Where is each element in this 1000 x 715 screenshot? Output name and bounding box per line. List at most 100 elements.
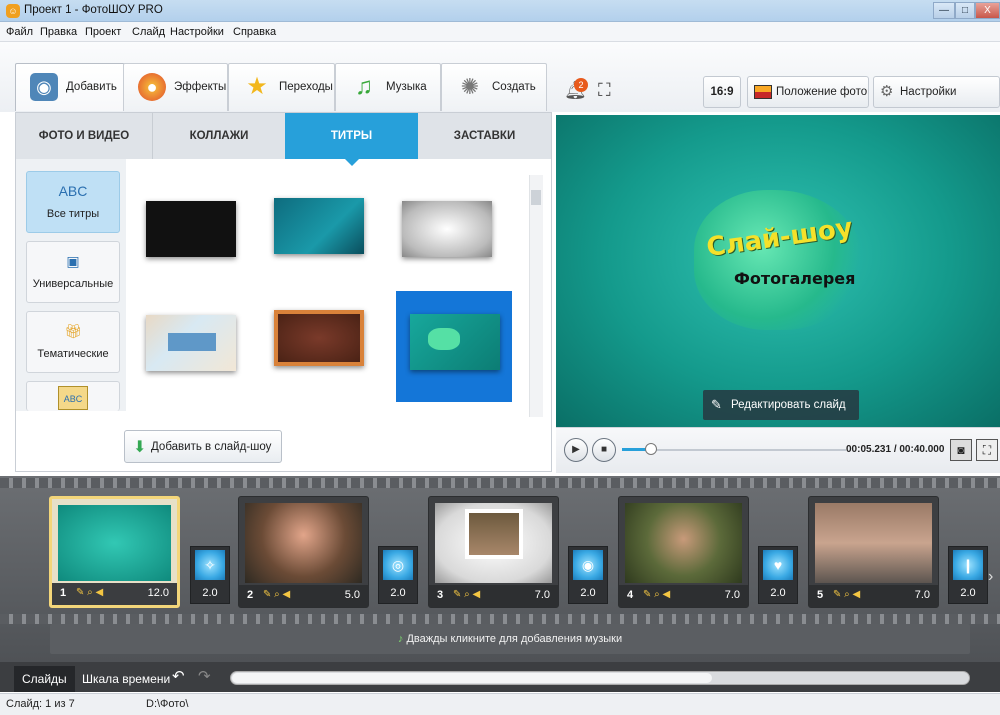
- photo-position-icon: [754, 85, 772, 99]
- title-thumb-5[interactable]: [274, 310, 364, 366]
- category-thematic[interactable]: 🎁︎ Тематические: [26, 311, 120, 373]
- seek-handle[interactable]: [645, 443, 658, 455]
- tab-photo-video[interactable]: ФОТО И ВИДЕО: [16, 113, 152, 159]
- maximize-button[interactable]: □: [955, 2, 975, 19]
- add-to-slideshow-label: Добавить в слайд-шоу: [151, 441, 272, 453]
- menu-slide[interactable]: Слайд: [132, 26, 165, 38]
- transition-icon: ✧: [195, 550, 225, 580]
- slide-tools-icons[interactable]: ✎ ⌕ ◀: [833, 589, 860, 600]
- slide-1-image: [58, 505, 171, 581]
- pencil-icon: ✎: [711, 397, 722, 412]
- slide-1-bar: 1 ✎ ⌕ ◀ 12.0: [52, 583, 177, 605]
- slide-counter: Слайд: 1 из 7: [6, 698, 75, 710]
- tab-timeline[interactable]: Шкала времени: [74, 666, 178, 692]
- slide-number: 2: [247, 589, 254, 601]
- slide-5[interactable]: 5 ✎ ⌕ ◀ 7.0: [808, 496, 939, 608]
- chevron-right-icon[interactable]: ›: [988, 568, 993, 586]
- thumbnails-scroll-thumb[interactable]: [531, 190, 541, 205]
- transition-2[interactable]: ◎ 2.0: [378, 546, 418, 604]
- slide-duration: 5.0: [344, 589, 360, 601]
- title-thumb-4-banner: [168, 333, 216, 351]
- transition-duration: 2.0: [580, 587, 596, 599]
- tab-add[interactable]: ◉ Добавить: [15, 63, 125, 111]
- status-bar: Слайд: 1 из 7 D:\Фото\: [0, 693, 1000, 715]
- slide-duration: 7.0: [914, 589, 930, 601]
- transition-duration: 2.0: [770, 587, 786, 599]
- tab-intros[interactable]: ЗАСТАВКИ: [418, 113, 551, 159]
- photo-position-label: Положение фото: [776, 86, 868, 98]
- menu-file[interactable]: Файл: [6, 26, 33, 38]
- add-to-slideshow-button[interactable]: ⬇ Добавить в слайд-шоу: [124, 430, 282, 463]
- title-thumb-6-blob: [428, 328, 460, 350]
- category-all-titles[interactable]: ABC Все титры: [26, 171, 120, 233]
- aspect-ratio-button[interactable]: 16:9: [703, 76, 741, 108]
- slide-tools-icons[interactable]: ✎ ⌕ ◀: [263, 589, 290, 600]
- tab-slides[interactable]: Слайды: [14, 666, 75, 692]
- thumbnails-scrollbar[interactable]: [529, 175, 543, 417]
- timeline-scroll-thumb[interactable]: [232, 673, 712, 683]
- category-universal[interactable]: ▣ Универсальные: [26, 241, 120, 303]
- music-note-icon: ♫: [355, 73, 373, 100]
- tab-titles[interactable]: ТИТРЫ: [285, 113, 418, 166]
- tab-transitions[interactable]: ★ Переходы: [228, 63, 335, 111]
- project-settings-button[interactable]: ⚙ Настройки проекта: [873, 76, 1000, 128]
- slide-2[interactable]: 2 ✎ ⌕ ◀ 5.0: [238, 496, 369, 608]
- snapshot-camera-icon[interactable]: ◙: [950, 439, 972, 461]
- transition-3[interactable]: ◉ 2.0: [568, 546, 608, 604]
- title-thumb-2[interactable]: [274, 198, 364, 254]
- category-more[interactable]: ABC: [26, 381, 120, 411]
- window-title: Проект 1 - ФотоШОУ PRO: [24, 4, 163, 16]
- slide-duration: 7.0: [724, 589, 740, 601]
- transition-duration: 2.0: [202, 587, 218, 599]
- palette-icon: ●: [138, 73, 166, 101]
- tab-collages[interactable]: КОЛЛАЖИ: [152, 113, 285, 159]
- menu-edit[interactable]: Правка: [40, 26, 77, 38]
- title-thumb-6[interactable]: [410, 314, 500, 370]
- slide-5-image: [815, 503, 932, 583]
- tab-effects[interactable]: ● Эффекты: [123, 63, 228, 111]
- title-thumb-4[interactable]: [146, 315, 236, 371]
- tab-music[interactable]: ♫ Музыка: [335, 63, 441, 111]
- close-button[interactable]: X: [975, 2, 1000, 19]
- transition-icon: ◎: [383, 550, 413, 580]
- slide-3-photo: [465, 509, 523, 559]
- tab-create[interactable]: ✺ Создать: [441, 63, 547, 111]
- fullscreen-icon[interactable]: ⛶: [976, 439, 998, 461]
- title-thumb-1[interactable]: [146, 201, 236, 257]
- slide-tools-icons[interactable]: ✎ ⌕ ◀: [643, 589, 670, 600]
- minimize-button[interactable]: —: [933, 2, 955, 19]
- slide-5-bar: 5 ✎ ⌕ ◀ 7.0: [809, 585, 938, 607]
- stop-icon[interactable]: ■: [592, 438, 616, 462]
- music-drop-zone[interactable]: ♪ Дважды кликните для добавления музыки: [50, 624, 970, 654]
- photo-position-button[interactable]: Положение фото: [747, 76, 869, 108]
- slide-number: 5: [817, 589, 824, 601]
- slide-tools-icons[interactable]: ✎ ⌕ ◀: [453, 589, 480, 600]
- slide-tools-icons[interactable]: ✎ ⌕ ◀: [76, 587, 103, 598]
- title-thumb-3[interactable]: [402, 201, 492, 257]
- slide-1[interactable]: 1 ✎ ⌕ ◀ 12.0: [49, 496, 180, 608]
- slide-4-image: [625, 503, 742, 583]
- slide-3[interactable]: 3 ✎ ⌕ ◀ 7.0: [428, 496, 559, 608]
- play-icon[interactable]: ▶: [564, 438, 588, 462]
- edit-slide-button[interactable]: ✎ Редактировать слайд: [703, 390, 859, 420]
- menu-project[interactable]: Проект: [85, 26, 121, 38]
- slide-2-bar: 2 ✎ ⌕ ◀ 5.0: [239, 585, 368, 607]
- preview-subtitle: Фотогалерея: [734, 269, 856, 288]
- edit-slide-label: Редактировать слайд: [731, 399, 846, 411]
- redo-icon[interactable]: ↷: [198, 667, 211, 685]
- film-holes-bottom: [0, 614, 1000, 624]
- image-export-icon[interactable]: ⛶: [598, 80, 622, 104]
- time-readout: 00:05.231 / 00:40.000: [846, 444, 945, 455]
- slide-4[interactable]: 4 ✎ ⌕ ◀ 7.0: [618, 496, 749, 608]
- transition-5[interactable]: ❙ 2.0: [948, 546, 988, 604]
- player-controls: ▶ ■ 00:05.231 / 00:40.000 ◙ ⛶: [556, 427, 1000, 473]
- menu-help[interactable]: Справка: [233, 26, 276, 38]
- transition-duration: 2.0: [390, 587, 406, 599]
- film-holes-top: [0, 478, 1000, 488]
- monitor-icon: ▣: [66, 253, 80, 269]
- preview-area: Слай-шоу Фотогалерея ✎ Редактировать сла…: [556, 115, 1000, 427]
- menu-settings[interactable]: Настройки: [170, 26, 224, 38]
- undo-icon[interactable]: ↶: [172, 667, 185, 685]
- transition-1[interactable]: ✧ 2.0: [190, 546, 230, 604]
- transition-4[interactable]: ♥ 2.0: [758, 546, 798, 604]
